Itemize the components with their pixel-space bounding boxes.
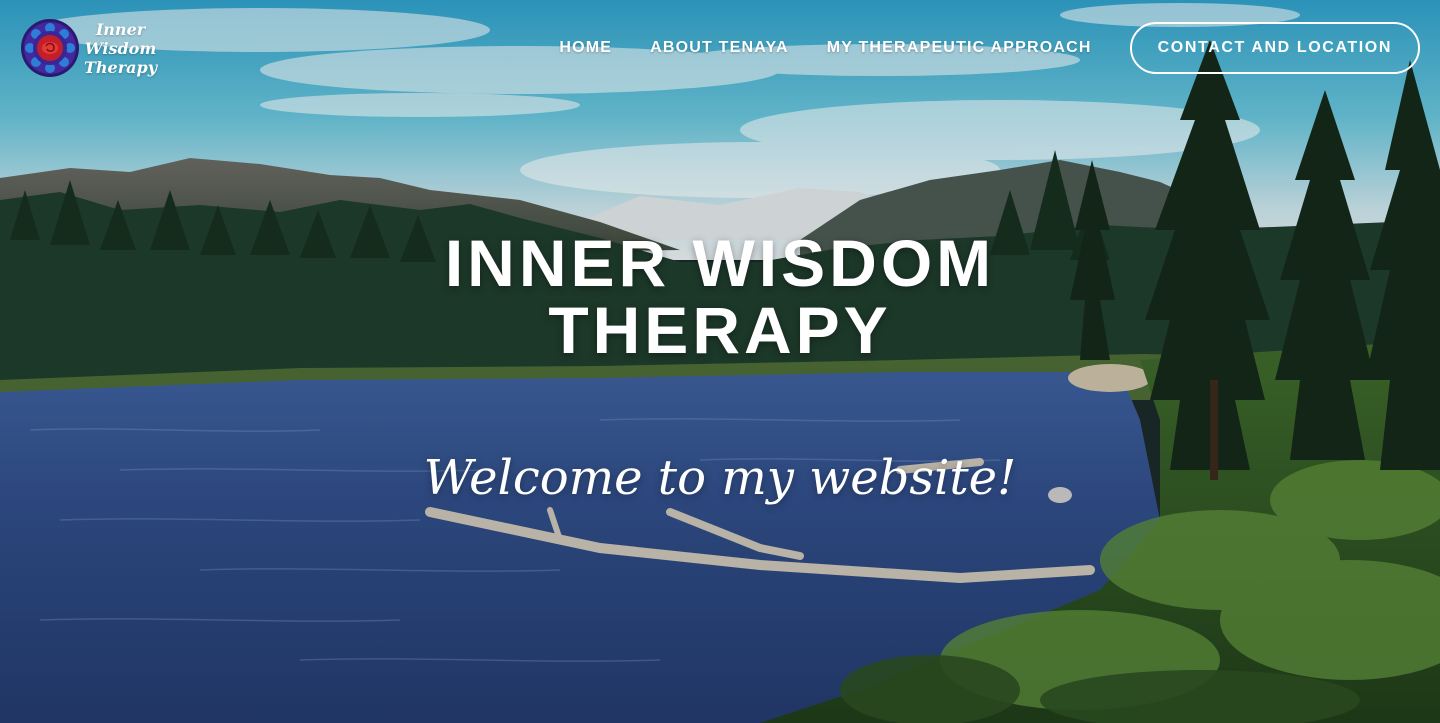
hero-title-line-2: THERAPY <box>548 293 892 367</box>
site-logo[interactable]: Inner Wisdom Therapy <box>20 18 157 78</box>
logo-word-therapy: Therapy <box>84 57 157 77</box>
mandala-rose-icon <box>21 19 79 77</box>
site-header: Inner Wisdom Therapy HOME ABOUT TENAYA M… <box>0 0 1440 100</box>
hero-title-line-1: INNER WISDOM <box>444 226 996 300</box>
hero-welcome-text: Welcome to my website! <box>423 450 1017 506</box>
page: Inner Wisdom Therapy HOME ABOUT TENAYA M… <box>0 0 1440 723</box>
logo-wordmark: Inner Wisdom Therapy <box>84 20 157 77</box>
nav-link-about-tenaya[interactable]: ABOUT TENAYA <box>650 39 789 57</box>
logo-word-wisdom: Wisdom <box>84 38 157 58</box>
logo-word-inner: Inner <box>95 19 146 39</box>
main-navigation: HOME ABOUT TENAYA MY THERAPEUTIC APPROAC… <box>559 22 1420 74</box>
contact-and-location-button[interactable]: CONTACT AND LOCATION <box>1129 22 1420 74</box>
hero-title: INNER WISDOM THERAPY <box>0 230 1440 364</box>
nav-link-home[interactable]: HOME <box>559 39 612 57</box>
nav-link-therapeutic-approach[interactable]: MY THERAPEUTIC APPROACH <box>827 39 1092 57</box>
